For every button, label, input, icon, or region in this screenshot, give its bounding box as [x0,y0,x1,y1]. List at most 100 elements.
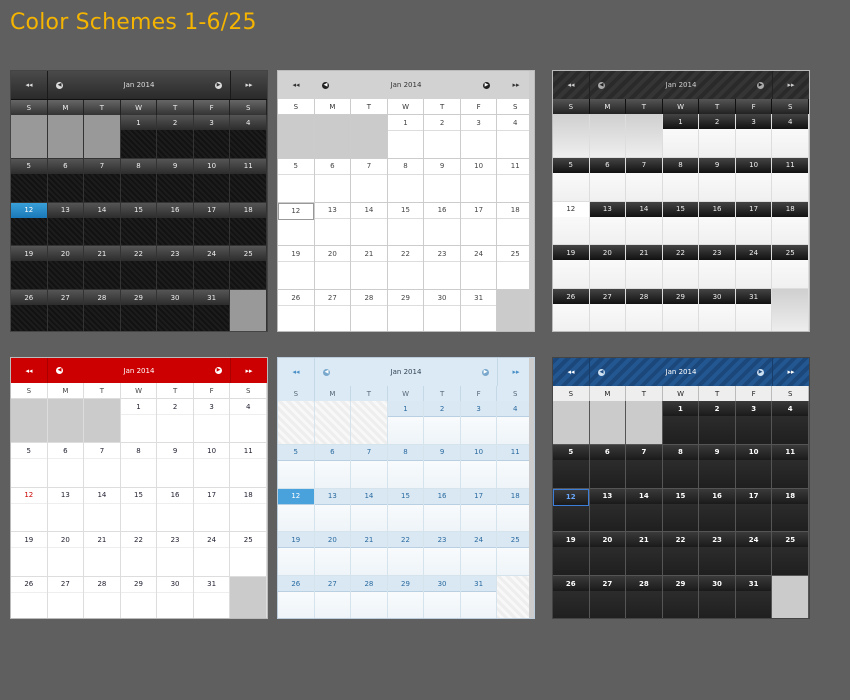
day-cell[interactable]: 15 [662,488,700,533]
day-cell[interactable]: 15 [387,202,425,247]
day-cell[interactable]: 24 [460,532,498,577]
day-cell[interactable]: 28 [84,576,121,618]
day-cell[interactable]: 30 [699,289,736,331]
day-cell[interactable]: 13 [589,201,627,246]
day-cell[interactable]: 12 [553,201,590,246]
day-cell[interactable]: 10 [193,158,231,203]
day-cell[interactable]: 2 [699,401,736,445]
day-cell[interactable]: 28 [351,576,388,618]
day-cell[interactable]: 5 [11,158,48,203]
day-cell[interactable]: 10 [193,443,231,488]
day-cell[interactable]: 24 [193,246,231,291]
prev-month-icon[interactable]: ◀ [56,81,63,89]
day-cell[interactable]: 4 [230,399,267,444]
day-cell[interactable]: 12 [278,488,315,533]
day-cell[interactable]: 30 [157,576,194,618]
day-cell[interactable]: 1 [662,401,700,445]
day-cell[interactable]: 22 [662,532,700,577]
day-cell[interactable]: 20 [47,532,85,577]
day-cell[interactable]: 22 [662,245,700,290]
day-cell[interactable]: 21 [351,246,388,291]
day-cell[interactable]: 16 [157,487,194,533]
next-month-icon[interactable]: ▶ [215,367,222,374]
day-cell[interactable]: 4 [772,114,809,158]
prev-year-button[interactable]: ◂◂ [11,358,48,383]
prev-month-icon[interactable]: ◀ [598,368,605,376]
day-cell[interactable]: 4 [772,401,809,445]
day-cell[interactable]: 17 [193,487,231,533]
day-cell[interactable]: 18 [772,488,809,533]
day-cell[interactable]: 2 [424,401,461,445]
day-cell[interactable]: 15 [387,488,425,533]
day-cell[interactable]: 6 [47,158,85,203]
day-cell[interactable]: 29 [662,289,700,331]
day-cell[interactable]: 16 [424,488,461,533]
day-cell[interactable]: 20 [314,246,352,291]
day-cell[interactable]: 3 [460,115,498,159]
day-cell[interactable]: 19 [278,532,315,577]
scrollbar[interactable] [529,358,534,618]
day-cell[interactable]: 14 [351,202,388,247]
day-cell[interactable]: 16 [424,202,461,247]
day-cell[interactable]: 26 [553,289,590,331]
day-cell[interactable]: 1 [387,115,425,159]
day-cell[interactable]: 31 [735,576,773,618]
prev-year-button[interactable]: ◂◂ [278,71,314,99]
day-cell[interactable]: 2 [424,115,461,159]
day-cell[interactable]: 8 [662,444,700,489]
day-cell[interactable]: 12 [278,202,315,247]
day-cell[interactable]: 24 [735,245,773,290]
day-cell[interactable]: 24 [193,532,231,577]
day-cell[interactable]: 26 [278,576,315,618]
day-cell[interactable]: 1 [387,401,425,445]
day-cell[interactable]: 1 [120,115,158,159]
day-cell[interactable]: 8 [387,444,425,489]
day-cell[interactable]: 17 [193,202,231,247]
day-cell[interactable]: 23 [424,246,461,291]
day-cell[interactable]: 7 [84,443,121,488]
day-cell[interactable]: 11 [230,158,267,203]
day-cell[interactable]: 13 [314,202,352,247]
day-cell[interactable]: 13 [589,488,627,533]
day-cell[interactable]: 18 [772,201,809,246]
day-cell[interactable]: 11 [772,157,809,202]
next-year-button[interactable]: ▸▸ [772,71,809,99]
day-cell[interactable]: 16 [699,201,736,246]
day-cell[interactable]: 17 [460,202,498,247]
next-year-button[interactable]: ▸▸ [230,358,267,383]
day-cell[interactable]: 23 [699,532,736,577]
day-cell[interactable]: 23 [424,532,461,577]
day-cell[interactable]: 24 [460,246,498,291]
day-cell[interactable]: 9 [157,158,194,203]
day-cell[interactable]: 6 [589,157,627,202]
day-cell[interactable]: 23 [157,532,194,577]
day-cell[interactable]: 6 [589,444,627,489]
day-cell[interactable]: 7 [84,158,121,203]
day-cell[interactable]: 19 [278,246,315,291]
day-cell[interactable]: 2 [157,115,194,159]
day-cell[interactable]: 28 [626,289,663,331]
prev-year-button[interactable]: ◂◂ [553,71,590,99]
day-cell[interactable]: 3 [735,114,773,158]
day-cell[interactable]: 5 [278,158,315,203]
day-cell[interactable]: 28 [84,290,121,331]
day-cell[interactable]: 29 [387,290,425,331]
prev-year-button[interactable]: ◂◂ [278,358,315,386]
day-cell[interactable]: 30 [157,290,194,331]
day-cell[interactable]: 10 [460,444,498,489]
day-cell[interactable]: 31 [193,576,231,618]
prev-year-button[interactable]: ◂◂ [553,358,590,386]
day-cell[interactable]: 10 [460,158,498,203]
day-cell[interactable]: 29 [662,576,700,618]
day-cell[interactable]: 18 [230,487,267,533]
day-cell[interactable]: 23 [157,246,194,291]
day-cell[interactable]: 11 [772,444,809,489]
day-cell[interactable]: 13 [314,488,352,533]
day-cell[interactable]: 17 [460,488,498,533]
day-cell[interactable]: 22 [120,532,158,577]
prev-month-icon[interactable]: ◀ [598,81,605,89]
prev-month-icon[interactable]: ◀ [56,367,63,374]
day-cell[interactable]: 15 [120,487,158,533]
next-year-button[interactable]: ▸▸ [230,71,267,99]
day-cell[interactable]: 9 [157,443,194,488]
